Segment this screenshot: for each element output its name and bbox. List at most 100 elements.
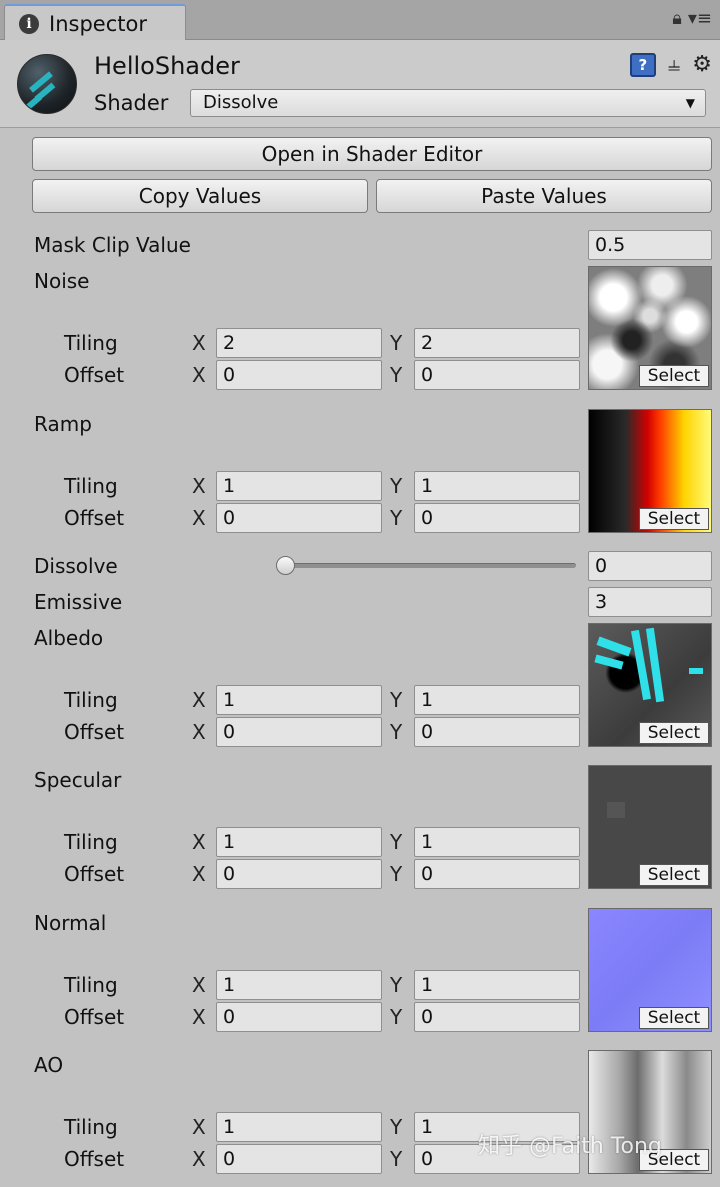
specular-tiling-label: Tiling: [64, 830, 118, 854]
ramp-offset-x-label: X: [192, 506, 206, 530]
noise-tiling-label: Tiling: [64, 331, 118, 355]
albedo-label: Albedo: [34, 626, 104, 650]
dissolve-slider-handle[interactable]: [276, 556, 295, 575]
normal-tiling-y-label: Y: [390, 973, 403, 997]
noise-tiling-y-field[interactable]: 2: [414, 328, 580, 358]
noise-offset-y-field[interactable]: 0: [414, 360, 580, 390]
material-header: HelloShader Shader Dissolve ▼ ? ⫨ ⚙︎: [0, 40, 720, 128]
normal-tiling-y-field[interactable]: 1: [414, 970, 580, 1000]
ao-label: AO: [34, 1053, 64, 1077]
specular-offset-x-field[interactable]: 0: [216, 859, 382, 889]
noise-offset-x-label: X: [192, 363, 206, 387]
lock-icon[interactable]: 🔒︎: [672, 8, 682, 29]
watermark: 知乎 @Faith Tong: [478, 1134, 662, 1159]
ao-tiling-x-label: X: [192, 1115, 206, 1139]
chevron-down-icon: ▼: [685, 96, 695, 110]
ao-tiling-y-label: Y: [390, 1115, 403, 1139]
normal-texture-slot[interactable]: Select: [588, 908, 712, 1032]
ramp-select-button[interactable]: Select: [639, 508, 709, 530]
noise-tiling-x-label: X: [192, 331, 206, 355]
normal-tiling-x-label: X: [192, 973, 206, 997]
normal-label: Normal: [34, 911, 107, 935]
ao-tiling-x-field[interactable]: 1: [216, 1112, 382, 1142]
ramp-tiling-y-field[interactable]: 1: [414, 471, 580, 501]
preset-icon[interactable]: ⫨: [668, 52, 680, 77]
ao-offset-y-label: Y: [390, 1147, 403, 1171]
normal-tiling-label: Tiling: [64, 973, 118, 997]
ramp-offset-label: Offset: [64, 506, 125, 530]
ramp-tiling-y-label: Y: [390, 474, 403, 498]
noise-offset-label: Offset: [64, 363, 125, 387]
ramp-offset-y-label: Y: [390, 506, 403, 530]
specular-tiling-x-field[interactable]: 1: [216, 827, 382, 857]
albedo-offset-y-label: Y: [390, 720, 403, 744]
noise-tiling-x-field[interactable]: 2: [216, 328, 382, 358]
ramp-offset-x-field[interactable]: 0: [216, 503, 382, 533]
tab-inspector[interactable]: i Inspector: [4, 4, 186, 41]
albedo-tiling-y-field[interactable]: 1: [414, 685, 580, 715]
specular-tiling-y-label: Y: [390, 830, 403, 854]
tab-title: Inspector: [49, 11, 147, 36]
albedo-offset-x-field[interactable]: 0: [216, 717, 382, 747]
albedo-offset-y-field[interactable]: 0: [414, 717, 580, 747]
normal-select-button[interactable]: Select: [639, 1007, 709, 1029]
albedo-tiling-x-field[interactable]: 1: [216, 685, 382, 715]
albedo-select-button[interactable]: Select: [639, 722, 709, 744]
dissolve-slider-track[interactable]: [284, 563, 576, 568]
ramp-offset-y-field[interactable]: 0: [414, 503, 580, 533]
specular-select-button[interactable]: Select: [639, 864, 709, 886]
normal-offset-y-label: Y: [390, 1005, 403, 1029]
ao-offset-label: Offset: [64, 1147, 125, 1171]
specular-texture-slot[interactable]: Select: [588, 765, 712, 889]
header-icons: ? ⫨ ⚙︎: [629, 52, 712, 77]
noise-tiling-y-label: Y: [390, 331, 403, 355]
normal-offset-y-field[interactable]: 0: [414, 1002, 580, 1032]
shader-dropdown[interactable]: Dissolve ▼: [190, 89, 706, 117]
mask-clip-label: Mask Clip Value: [34, 233, 191, 257]
noise-offset-y-label: Y: [390, 363, 403, 387]
specular-offset-y-label: Y: [390, 862, 403, 886]
emissive-field[interactable]: 3: [588, 587, 712, 617]
albedo-offset-x-label: X: [192, 720, 206, 744]
albedo-tiling-y-label: Y: [390, 688, 403, 712]
ao-offset-x-label: X: [192, 1147, 206, 1171]
tab-controls: 🔒︎ ▾≡: [672, 8, 712, 29]
normal-offset-x-field[interactable]: 0: [216, 1002, 382, 1032]
shader-value: Dissolve: [203, 92, 279, 113]
paste-values-button[interactable]: Paste Values: [376, 179, 712, 213]
albedo-texture-slot[interactable]: Select: [588, 623, 712, 747]
noise-texture-slot[interactable]: Select: [588, 266, 712, 390]
specular-label: Specular: [34, 768, 122, 792]
normal-offset-x-label: X: [192, 1005, 206, 1029]
help-icon[interactable]: ?: [629, 52, 656, 77]
noise-offset-x-field[interactable]: 0: [216, 360, 382, 390]
gear-icon[interactable]: ⚙︎: [692, 52, 712, 77]
albedo-tiling-label: Tiling: [64, 688, 118, 712]
dissolve-field[interactable]: 0: [588, 551, 712, 581]
copy-values-button[interactable]: Copy Values: [32, 179, 368, 213]
noise-select-button[interactable]: Select: [639, 365, 709, 387]
ramp-tiling-label: Tiling: [64, 474, 118, 498]
open-shader-editor-button[interactable]: Open in Shader Editor: [32, 137, 712, 171]
specular-tiling-y-field[interactable]: 1: [414, 827, 580, 857]
specular-offset-y-field[interactable]: 0: [414, 859, 580, 889]
ramp-label: Ramp: [34, 412, 92, 436]
normal-offset-label: Offset: [64, 1005, 125, 1029]
albedo-tiling-x-label: X: [192, 688, 206, 712]
material-name: HelloShader: [94, 52, 240, 80]
tab-bar: i Inspector 🔒︎ ▾≡: [0, 0, 720, 41]
mask-clip-field[interactable]: 0.5: [588, 230, 712, 260]
dissolve-label: Dissolve: [34, 554, 118, 578]
ao-tiling-label: Tiling: [64, 1115, 118, 1139]
ramp-tiling-x-field[interactable]: 1: [216, 471, 382, 501]
ramp-tiling-x-label: X: [192, 474, 206, 498]
ramp-texture-slot[interactable]: Select: [588, 409, 712, 533]
ao-offset-x-field[interactable]: 0: [216, 1144, 382, 1174]
normal-tiling-x-field[interactable]: 1: [216, 970, 382, 1000]
menu-icon[interactable]: ▾≡: [688, 8, 712, 29]
noise-label: Noise: [34, 269, 90, 293]
info-icon: i: [19, 13, 39, 34]
albedo-offset-label: Offset: [64, 720, 125, 744]
specular-offset-x-label: X: [192, 862, 206, 886]
specular-offset-label: Offset: [64, 862, 125, 886]
